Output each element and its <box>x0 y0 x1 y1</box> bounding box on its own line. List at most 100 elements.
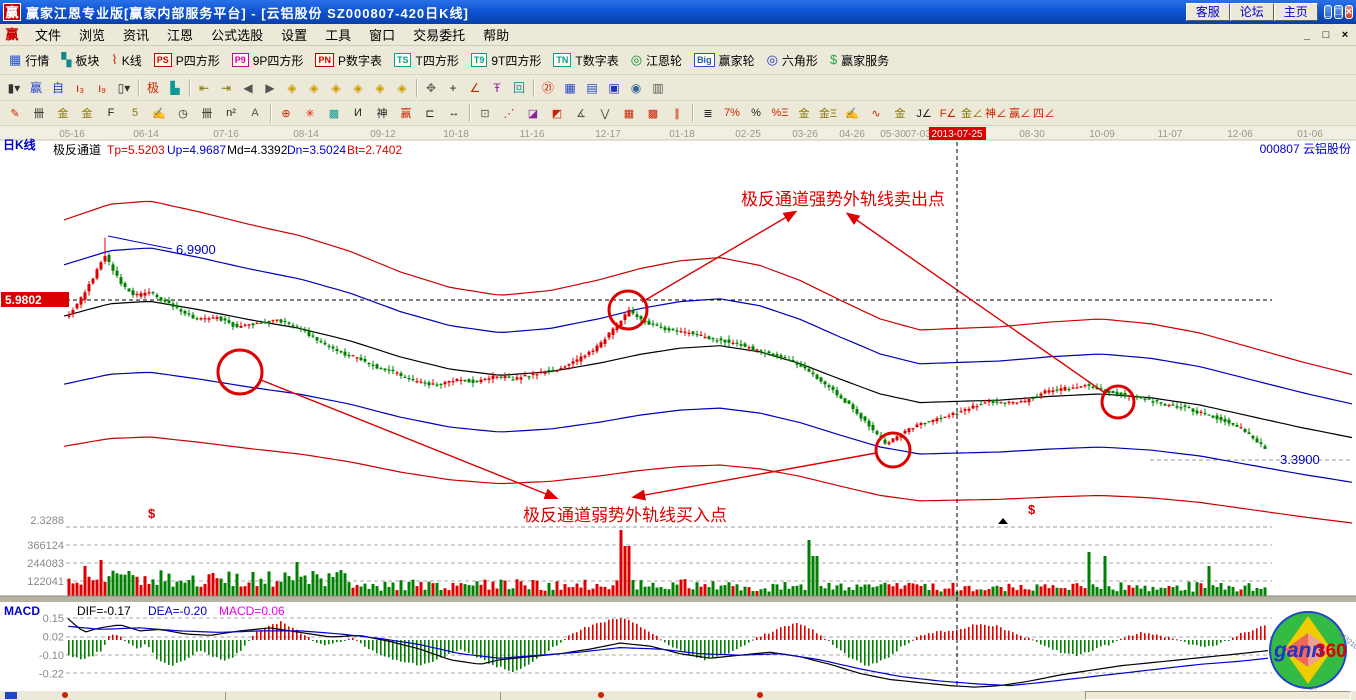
winner-pattern-icon[interactable]: 赢 <box>25 78 47 98</box>
period-candle-dropdown-icon[interactable]: ▮▾ <box>3 78 25 98</box>
fan-box-icon[interactable]: ◪ <box>521 103 545 123</box>
k-mark-icon[interactable]: И <box>346 103 370 123</box>
gold-under-icon[interactable]: 金 <box>888 103 912 123</box>
web-icon[interactable]: ✳ <box>298 103 322 123</box>
ying-angle-icon[interactable]: 赢∠ <box>1008 103 1032 123</box>
pane-splitter[interactable] <box>0 596 1356 602</box>
toolbar-button-t-square[interactable]: TST四方形 <box>388 49 465 71</box>
toolbar-button-sectors[interactable]: ▚板块 <box>55 49 105 71</box>
last-bar-icon[interactable]: ⇥ <box>215 78 237 98</box>
restore-button-icon[interactable]: □ <box>1334 5 1343 19</box>
minimize-button-icon[interactable]: _ <box>1324 5 1332 19</box>
toolbar-button-quote[interactable]: ▦行情 <box>3 49 55 71</box>
toolbar-button-9t-square[interactable]: T99T四方形 <box>465 49 548 71</box>
crosshair-tool-icon[interactable]: + <box>442 78 464 98</box>
compress-x-icon[interactable]: ◈ <box>347 78 369 98</box>
bars3-icon[interactable]: ı₃ <box>69 78 91 98</box>
compress-y-icon[interactable]: ◈ <box>391 78 413 98</box>
calendar-icon[interactable]: ㉑ <box>537 78 559 98</box>
width-arrow-icon[interactable]: ↔ <box>442 103 466 123</box>
map-tool-icon[interactable]: 回 <box>508 78 530 98</box>
prev-bar-icon[interactable]: ◀ <box>237 78 259 98</box>
menu-item-4[interactable]: 公式选股 <box>202 26 272 45</box>
zoom-out-x-icon[interactable]: ◈ <box>281 78 303 98</box>
cycle-comb-icon[interactable]: 卌 <box>195 103 219 123</box>
wave-a-icon[interactable]: ∿ <box>864 103 888 123</box>
comb-ruler-icon[interactable]: 卌 <box>27 103 51 123</box>
hand-tool-icon[interactable]: ✥ <box>420 78 442 98</box>
indicator-name[interactable]: 极反通道 <box>53 143 101 157</box>
gold-ruler-icon[interactable]: 金 <box>51 103 75 123</box>
circle-cross-icon[interactable]: ⊕ <box>274 103 298 123</box>
brush-icon[interactable]: ✍ <box>840 103 864 123</box>
percent7-icon[interactable]: 7% <box>720 103 744 123</box>
calculator-icon[interactable]: ▦ <box>559 78 581 98</box>
parallel-icon[interactable]: ∥ <box>665 103 689 123</box>
close-button-icon[interactable]: × <box>1345 5 1353 19</box>
quick-button-2[interactable]: 主页 <box>1274 3 1318 21</box>
menu-item-9[interactable]: 帮助 <box>474 26 518 45</box>
ruler123-icon[interactable]: ⊏ <box>418 103 442 123</box>
ying-grid-icon[interactable]: 赢 <box>394 103 418 123</box>
menu-item-6[interactable]: 工具 <box>316 26 360 45</box>
percent3-icon[interactable]: %Ξ <box>768 103 792 123</box>
angle-tool-icon[interactable]: ∠ <box>464 78 486 98</box>
zoom-in-x-icon[interactable]: ◈ <box>303 78 325 98</box>
web-box-icon[interactable]: ▩ <box>322 103 346 123</box>
candle-style-dropdown-icon[interactable]: ▯▾ <box>113 78 135 98</box>
j-angle-icon[interactable]: J∠ <box>912 103 936 123</box>
gold-ruler2-icon[interactable]: 金 <box>75 103 99 123</box>
toolbar-button-t-number[interactable]: TNT数字表 <box>547 49 624 71</box>
menu-item-3[interactable]: 江恩 <box>158 26 202 45</box>
expand-y-icon[interactable]: ◈ <box>369 78 391 98</box>
macd-pane-label[interactable]: MACD <box>4 604 40 618</box>
menu-item-2[interactable]: 资讯 <box>114 26 158 45</box>
toolbar-button-gann-wheel[interactable]: ◎江恩轮 <box>625 49 688 71</box>
flag-tool-icon[interactable]: Ŧ <box>486 78 508 98</box>
gold-circle-icon[interactable]: 金 <box>792 103 816 123</box>
notes-icon[interactable]: ▤ <box>581 78 603 98</box>
toolbar-button-p-number[interactable]: PNP数字表 <box>309 49 388 71</box>
red-grid-icon[interactable]: ▦ <box>617 103 641 123</box>
percent-icon[interactable]: % <box>744 103 768 123</box>
toolbar-button-hexagon[interactable]: ◎六角形 <box>761 49 824 71</box>
quick-button-1[interactable]: 论坛 <box>1230 3 1274 21</box>
pen-tool-icon[interactable]: ✍ <box>147 103 171 123</box>
gold-angle-icon[interactable]: 金∠ <box>960 103 984 123</box>
quick-button-0[interactable]: 客服 <box>1186 3 1230 21</box>
expand-x-icon[interactable]: ◈ <box>325 78 347 98</box>
ji-fan-icon[interactable]: 极 <box>142 78 164 98</box>
fan-box2-icon[interactable]: ◩ <box>545 103 569 123</box>
box-frame-icon[interactable]: ⊡ <box>473 103 497 123</box>
shen-grid-icon[interactable]: 神 <box>370 103 394 123</box>
bars9-icon[interactable]: ı₉ <box>91 78 113 98</box>
toolbar-button-winner-wheel[interactable]: Big赢家轮 <box>688 49 761 71</box>
next-bar-icon[interactable]: ▶ <box>259 78 281 98</box>
angle-lines-icon[interactable]: ∡ <box>569 103 593 123</box>
chart-canvas[interactable]: 05-1606-1407-1608-1409-1210-1811-1612-17… <box>0 126 1356 690</box>
toolbar-button-p-square[interactable]: PSP四方形 <box>148 49 226 71</box>
spiral-icon[interactable]: 5 <box>123 103 147 123</box>
toolbar-button-9p-square[interactable]: P99P四方形 <box>226 49 310 71</box>
toolbar-button-winner-service[interactable]: $赢家服务 <box>824 49 895 71</box>
mdi-minimize-icon[interactable]: _ <box>1300 29 1314 41</box>
menu-item-1[interactable]: 浏览 <box>70 26 114 45</box>
toolbar-button-kline[interactable]: ⌇K线 <box>105 49 147 71</box>
volume-profile-icon[interactable]: ▙ <box>164 78 186 98</box>
shen-angle-icon[interactable]: 神∠ <box>984 103 1008 123</box>
menu-item-5[interactable]: 设置 <box>272 26 316 45</box>
a-angle-icon[interactable]: A <box>243 103 267 123</box>
network-icon[interactable]: ◉ <box>625 78 647 98</box>
first-bar-icon[interactable]: ⇤ <box>193 78 215 98</box>
four-angle-icon[interactable]: 四∠ <box>1032 103 1056 123</box>
f-angle-icon[interactable]: F∠ <box>936 103 960 123</box>
menu-item-8[interactable]: 交易委托 <box>404 26 474 45</box>
fan-lines-icon[interactable]: ⋰ <box>497 103 521 123</box>
v-lines-icon[interactable]: ⋁ <box>593 103 617 123</box>
n-square-icon[interactable]: n² <box>219 103 243 123</box>
save-icon[interactable]: ▣ <box>603 78 625 98</box>
printer-icon[interactable]: ▥ <box>647 78 669 98</box>
mdi-close-icon[interactable]: × <box>1338 29 1352 41</box>
gauge-icon[interactable]: ≣ <box>696 103 720 123</box>
f-ruler-icon[interactable]: F <box>99 103 123 123</box>
